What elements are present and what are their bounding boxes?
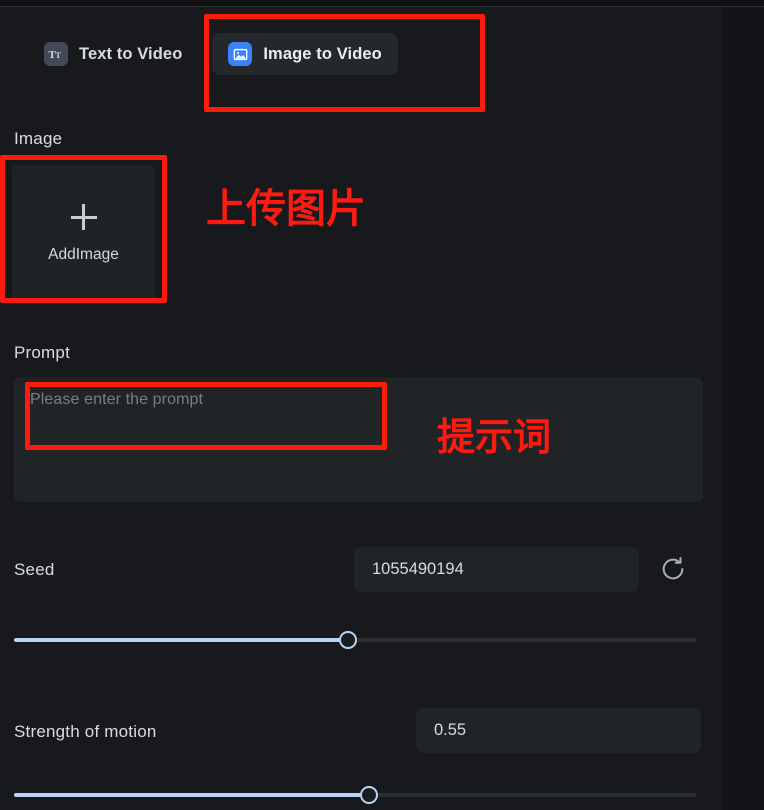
svg-text:T: T — [56, 51, 62, 60]
image-to-video-settings-panel: T T Text to Video Image to Video Image A… — [0, 0, 764, 810]
add-image-button[interactable]: AddImage — [12, 165, 155, 303]
tab-image-to-video-label: Image to Video — [263, 44, 382, 63]
motion-input[interactable]: 0.55 — [416, 708, 701, 753]
motion-slider-fill — [14, 793, 369, 797]
prompt-placeholder: Please enter the prompt — [30, 391, 204, 408]
tab-text-to-video-label: Text to Video — [79, 44, 183, 63]
add-image-label: AddImage — [48, 246, 119, 263]
prompt-section-label: Prompt — [14, 343, 70, 362]
right-gutter — [722, 7, 764, 810]
tab-image-to-video[interactable]: Image to Video — [212, 33, 398, 75]
seed-label: Seed — [14, 560, 55, 579]
motion-label: Strength of motion — [14, 722, 157, 741]
prompt-input[interactable]: Please enter the prompt — [14, 377, 703, 502]
seed-slider-fill — [14, 638, 349, 642]
motion-slider[interactable] — [14, 786, 696, 804]
seed-slider-thumb[interactable] — [339, 631, 358, 649]
text-format-icon: T T — [44, 42, 68, 66]
seed-refresh-icon[interactable] — [659, 555, 687, 588]
plus-icon — [70, 204, 97, 230]
motion-value: 0.55 — [434, 721, 467, 739]
settings-panel: T T Text to Video Image to Video Image A… — [0, 7, 722, 810]
tab-text-to-video[interactable]: T T Text to Video — [28, 33, 198, 75]
seed-slider[interactable] — [14, 631, 696, 649]
seed-input[interactable]: 1055490194 — [354, 547, 639, 592]
picture-icon — [228, 42, 253, 66]
motion-slider-thumb[interactable] — [359, 786, 378, 804]
mode-tabs: T T Text to Video Image to Video — [28, 33, 398, 75]
seed-value: 1055490194 — [372, 560, 464, 578]
image-section-label: Image — [14, 129, 63, 148]
